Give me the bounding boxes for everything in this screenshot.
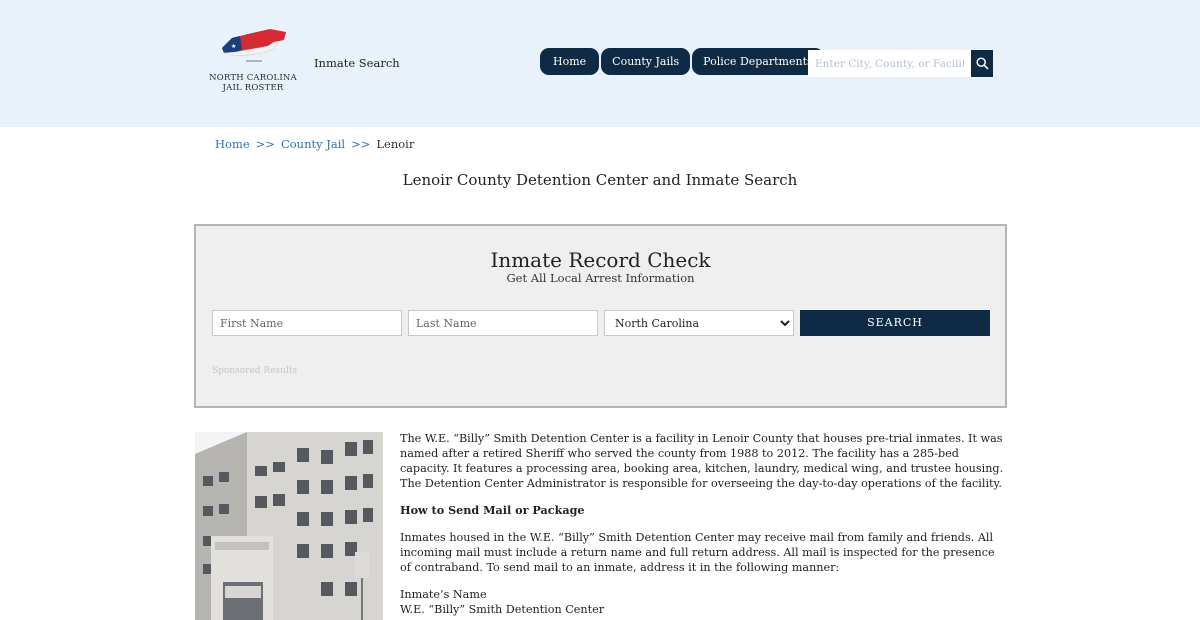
- record-check-subtitle: Get All Local Arrest Information: [506, 271, 695, 285]
- inmate-record-check-box: Inmate Record Check Get All Local Arrest…: [194, 224, 1007, 408]
- breadcrumb-home[interactable]: Home: [215, 137, 250, 151]
- nav-county-jails[interactable]: County Jails: [601, 48, 691, 75]
- state-select[interactable]: North Carolina: [604, 310, 794, 336]
- record-check-title: Inmate Record Check: [490, 248, 711, 272]
- breadcrumb-county-jail[interactable]: County Jail: [281, 137, 345, 151]
- search-icon: [975, 57, 989, 70]
- intro-paragraph: The W.E. “Billy” Smith Detention Center …: [400, 432, 1004, 490]
- svg-text:★: ★: [231, 43, 236, 50]
- logo-text: NORTH CAROLINA JAIL ROSTER: [209, 73, 297, 93]
- last-name-input[interactable]: [408, 310, 598, 336]
- page-title: Lenoir County Detention Center and Inmat…: [402, 171, 798, 189]
- mail-heading: How to Send Mail or Package: [400, 503, 585, 517]
- facility-description: The W.E. “Billy” Smith Detention Center …: [400, 431, 1006, 617]
- record-search-button[interactable]: SEARCH: [800, 310, 990, 336]
- search-button[interactable]: [971, 50, 993, 77]
- first-name-input[interactable]: [212, 310, 402, 336]
- breadcrumb-current: Lenoir: [376, 137, 415, 151]
- address-line-1: Inmate’s Name: [400, 588, 487, 601]
- header-search: [808, 50, 993, 77]
- breadcrumb-separator: >>: [351, 137, 371, 151]
- detention-center-photo: [195, 432, 383, 620]
- facility-search-input[interactable]: [808, 50, 971, 77]
- nc-flag-map-icon: ★: [222, 29, 286, 62]
- breadcrumb: Home >> County Jail >> Lenoir: [215, 137, 414, 151]
- nav-police-departments[interactable]: Police Departments: [692, 48, 824, 75]
- sponsored-results-label: Sponsored Results: [212, 366, 298, 376]
- breadcrumb-separator: >>: [255, 137, 275, 151]
- inmate-search-link[interactable]: Inmate Search: [314, 56, 400, 70]
- main-nav: Home County Jails Police Departments: [540, 48, 824, 75]
- mail-paragraph: Inmates housed in the W.E. “Billy” Smith…: [400, 531, 995, 574]
- address-line-2: W.E. “Billy” Smith Detention Center: [400, 603, 605, 616]
- nav-home[interactable]: Home: [540, 48, 600, 75]
- site-header: ★ NORTH CAROLINA JAIL ROSTER Inmate Sear…: [0, 0, 1200, 127]
- site-logo[interactable]: ★ NORTH CAROLINA JAIL ROSTER: [206, 26, 300, 96]
